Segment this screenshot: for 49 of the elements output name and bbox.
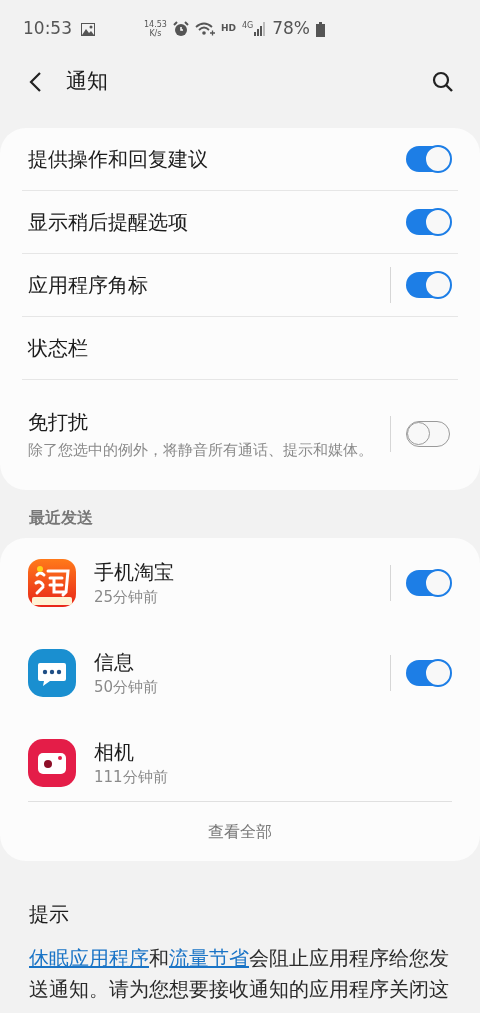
setting-label: 应用程序角标 xyxy=(28,272,149,299)
speed-value: 14.53 xyxy=(144,20,167,29)
setting-row[interactable]: 提供操作和回复建议 xyxy=(22,128,458,191)
signal-icon xyxy=(254,22,267,36)
setting-label: 免打扰 xyxy=(28,409,89,436)
setting-row[interactable]: 状态栏 xyxy=(22,317,458,380)
battery-icon xyxy=(316,21,325,37)
toggle-switch[interactable] xyxy=(406,570,450,596)
network-label: 4G xyxy=(241,22,254,30)
setting-label: 状态栏 xyxy=(28,335,89,362)
toggle-switch[interactable] xyxy=(406,660,450,686)
setting-row[interactable]: 显示稍后提醒选项 xyxy=(22,191,458,254)
image-icon xyxy=(81,22,95,36)
link[interactable]: 休眠应用程序 xyxy=(29,946,149,970)
setting-description: 除了您选中的例外，将静音所有通话、提示和媒体。 xyxy=(28,440,373,461)
app-name: 手机淘宝 xyxy=(94,559,175,586)
back-icon[interactable] xyxy=(28,71,42,93)
status-time: 10:53 xyxy=(23,17,72,41)
toggle-switch[interactable] xyxy=(406,272,450,298)
toggle-switch[interactable] xyxy=(406,146,450,172)
tips-title: 提示 xyxy=(28,901,70,928)
speed-unit: K/s xyxy=(149,29,162,38)
toggle-switch[interactable] xyxy=(406,421,450,447)
app-name: 信息 xyxy=(94,649,135,676)
app-row[interactable]: 信息 50分钟前 xyxy=(0,628,480,718)
setting-row[interactable]: 应用程序角标 xyxy=(22,254,458,317)
see-all-button[interactable]: 查看全部 xyxy=(202,819,278,844)
app-time: 111分钟前 xyxy=(94,767,169,788)
wifi-icon xyxy=(194,21,215,37)
page-title: 通知 xyxy=(66,68,108,96)
search-icon[interactable] xyxy=(432,71,454,93)
section-header: 最近发送 xyxy=(28,507,94,529)
app-time: 50分钟前 xyxy=(94,677,160,698)
hd-label: HD xyxy=(220,22,236,36)
battery-percent: 78% xyxy=(272,17,310,41)
app-name: 相机 xyxy=(94,739,135,766)
app-time: 25分钟前 xyxy=(94,587,160,608)
app-row[interactable]: 手机淘宝 25分钟前 xyxy=(0,538,480,628)
setting-label: 提供操作和回复建议 xyxy=(28,146,209,173)
tips-text: 休眠应用程序和流量节省会阻止应用程序给您发送通知。请为您想要接收通知的应用程序关闭这 xyxy=(29,945,450,1003)
setting-label: 显示稍后提醒选项 xyxy=(28,209,189,236)
link[interactable]: 流量节省 xyxy=(169,946,249,970)
alarm-icon xyxy=(172,21,189,37)
app-row[interactable]: 相机 111分钟前 xyxy=(0,718,480,808)
chat-bubble-icon xyxy=(28,649,76,697)
shopping-app-icon xyxy=(28,559,76,607)
camera-icon xyxy=(28,739,76,787)
toggle-switch[interactable] xyxy=(406,209,450,235)
setting-row[interactable]: 免打扰 除了您选中的例外，将静音所有通话、提示和媒体。 xyxy=(22,380,458,488)
